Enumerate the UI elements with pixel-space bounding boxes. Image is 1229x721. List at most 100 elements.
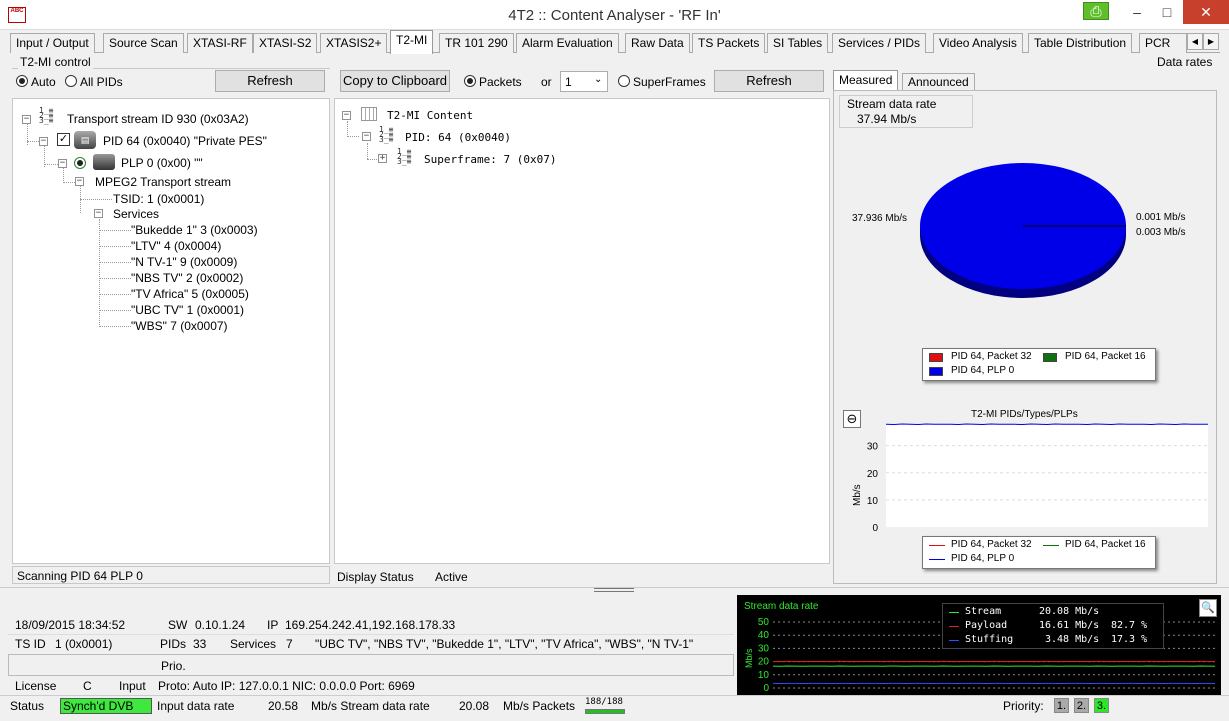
services-label: Services xyxy=(230,637,277,651)
tab-ts-packets[interactable]: TS Packets xyxy=(692,33,766,53)
packet-count-select[interactable]: 1 ⌄ xyxy=(560,71,608,92)
tree-transport-stream[interactable]: Transport stream ID 930 (0x03A2) xyxy=(67,112,249,126)
packets-bar xyxy=(585,709,625,714)
tab-scroll-left[interactable]: ◀ xyxy=(1187,33,1203,50)
measured-content: Stream data rate 37.94 Mb/s 37.936 Mb/s … xyxy=(833,90,1217,584)
tab-pcr[interactable]: PCR xyxy=(1139,33,1187,53)
tab-raw-data[interactable]: Raw Data xyxy=(625,33,690,53)
mini-y-tick-label: 0 xyxy=(763,683,769,694)
tree-service-item[interactable]: "UBC TV" 1 (0x0001) xyxy=(131,303,244,317)
pie-label-right-1: 0.001 Mb/s xyxy=(1136,212,1185,223)
tree-service-item[interactable]: "N TV-1" 9 (0x0009) xyxy=(131,255,237,269)
priority-2[interactable]: 2. xyxy=(1074,698,1089,713)
license-value: C xyxy=(83,679,92,693)
tab-announced[interactable]: Announced xyxy=(902,73,975,91)
tab-xtasis2plus[interactable]: XTASIS2+ xyxy=(320,33,388,53)
legend-stream-name: Stream xyxy=(965,606,1002,617)
close-button[interactable]: ✕ xyxy=(1183,0,1229,24)
pie-chart: 37.936 Mb/s 0.001 Mb/s 0.003 Mb/s xyxy=(852,163,1185,298)
expander-superframe[interactable]: + xyxy=(378,154,387,163)
legend-pid64-packet32: PID 64, Packet 32 xyxy=(951,351,1032,362)
line-legend-plp0: PID 64, PLP 0 xyxy=(951,553,1015,564)
prio-row: Prio. xyxy=(8,654,734,676)
refresh-button[interactable]: Refresh xyxy=(215,70,325,92)
pid-checkbox[interactable]: ✓ xyxy=(57,133,70,146)
tab-scroll-right[interactable]: ▶ xyxy=(1203,33,1219,50)
tsid-label: TS ID xyxy=(15,637,46,651)
license-label: License xyxy=(15,679,57,693)
tab-t2-mi[interactable]: T2-MI xyxy=(390,30,434,54)
packets-label: Mb/s Packets xyxy=(503,699,576,713)
priority-3[interactable]: 3. xyxy=(1094,698,1109,713)
services-count: 7 xyxy=(286,637,293,651)
expander-plp[interactable]: − xyxy=(58,159,67,168)
tree-tsid[interactable]: TSID: 1 (0x0001) xyxy=(113,192,204,206)
sw-version: 0.10.1.24 xyxy=(195,618,246,632)
tree-service-item[interactable]: "TV Africa" 5 (0x0005) xyxy=(131,287,249,301)
or-label: or xyxy=(541,75,552,89)
content-root-label[interactable]: T2-MI Content xyxy=(387,109,473,122)
tab-alarm-evaluation[interactable]: Alarm Evaluation xyxy=(516,33,619,53)
copy-clipboard-button[interactable]: Copy to Clipboard xyxy=(340,70,450,92)
priority-1[interactable]: 1. xyxy=(1054,698,1069,713)
tab-source-scan[interactable]: Source Scan xyxy=(103,33,184,53)
print-icon[interactable]: ⎙ xyxy=(1083,2,1109,20)
tree-service-item[interactable]: "NBS TV" 2 (0x0002) xyxy=(131,271,243,285)
tree-services[interactable]: Services xyxy=(113,207,159,221)
tree-service-item[interactable]: "Bukedde 1" 3 (0x0003) xyxy=(131,223,258,237)
zoom-icon[interactable]: 🔍 xyxy=(1199,599,1217,617)
legend-payload-value: 16.61 Mb/s xyxy=(1039,620,1100,631)
superframes-radio[interactable] xyxy=(618,75,630,87)
packets-bar-fill xyxy=(586,710,624,713)
expander-services[interactable]: − xyxy=(94,209,103,218)
tab-services-pids[interactable]: Services / PIDs xyxy=(832,33,927,53)
expander-pid[interactable]: − xyxy=(39,137,48,146)
packets-indicator: 188/188 xyxy=(585,697,625,715)
stream-rate-status-label: Mb/s Stream data rate xyxy=(311,699,430,713)
tab-measured[interactable]: Measured xyxy=(833,70,899,91)
tab-input-output[interactable]: Input / Output xyxy=(10,33,95,53)
plp-radio[interactable] xyxy=(74,157,86,169)
packets-label[interactable]: Packets xyxy=(479,75,522,89)
splitter-handle[interactable] xyxy=(594,588,634,592)
tab-xtasi-s2[interactable]: XTASI-S2 xyxy=(253,33,318,53)
tab-video-analysis[interactable]: Video Analysis xyxy=(933,33,1023,53)
t2mi-content-tree: − T2-MI Content − 1̲≡ 2̲≡ 3̲≡ PID: 64 (0x0… xyxy=(334,98,830,564)
superframes-label[interactable]: SuperFrames xyxy=(633,75,706,89)
all-pids-radio[interactable] xyxy=(65,75,77,87)
legend-swatch-red xyxy=(929,353,943,362)
auto-radio-label[interactable]: Auto xyxy=(31,75,56,89)
status-label: Status xyxy=(10,699,45,713)
rate-line-chart: T2-MI PIDs/Types/PLPs 0 10 20 30 Mb/s xyxy=(852,409,1208,531)
tree-plp[interactable]: PLP 0 (0x00) "" xyxy=(121,156,203,170)
expander-content-pid[interactable]: − xyxy=(362,132,371,141)
services-list: "UBC TV", "NBS TV", "Bukedde 1", "LTV", … xyxy=(315,637,694,651)
all-pids-label[interactable]: All PIDs xyxy=(80,75,123,89)
tree-pid[interactable]: PID 64 (0x0040) "Private PES" xyxy=(103,134,267,148)
tree-mpeg2-ts[interactable]: MPEG2 Transport stream xyxy=(95,175,231,189)
tree-service-item[interactable]: "LTV" 4 (0x0004) xyxy=(131,239,221,253)
window-title: 4T2 :: Content Analyser - 'RF In' xyxy=(508,7,721,24)
tree-service-item[interactable]: "WBS" 7 (0x0007) xyxy=(131,319,228,333)
superframe-label[interactable]: Superframe: 7 (0x07) xyxy=(424,153,556,166)
stream-rate-status-value: 20.08 xyxy=(459,699,490,713)
y-tick-label: 10 xyxy=(867,496,879,507)
auto-radio[interactable] xyxy=(16,75,28,87)
plp-device-icon xyxy=(93,154,115,170)
data-rates-panel: Data rates Measured Announced Stream dat… xyxy=(831,54,1220,586)
tab-table-distribution[interactable]: Table Distribution xyxy=(1028,33,1133,53)
display-status-label: Display Status xyxy=(337,570,414,584)
stream-tree: − 1̲≡ 2̲≡ 3̲≡ Transport stream ID 930 (0x0… xyxy=(12,98,330,564)
content-pid-label[interactable]: PID: 64 (0x0040) xyxy=(405,131,511,144)
tab-xtasi-rf[interactable]: XTASI-RF xyxy=(187,33,253,53)
expander-content-root[interactable]: − xyxy=(342,111,351,120)
mini-y-tick-label: 30 xyxy=(758,643,770,654)
pie-legend: PID 64, Packet 32 PID 64, Packet 16 PID … xyxy=(922,348,1156,381)
expander-mpeg[interactable]: − xyxy=(75,177,84,186)
packets-radio[interactable] xyxy=(464,75,476,87)
expander-ts[interactable]: − xyxy=(22,115,31,124)
tab-tr-101-290[interactable]: TR 101 290 xyxy=(439,33,514,53)
refresh-content-button[interactable]: Refresh xyxy=(714,70,824,92)
tab-si-tables[interactable]: SI Tables xyxy=(767,33,829,53)
input-value: Proto: Auto IP: 127.0.0.1 NIC: 0.0.0.0 P… xyxy=(158,679,415,693)
